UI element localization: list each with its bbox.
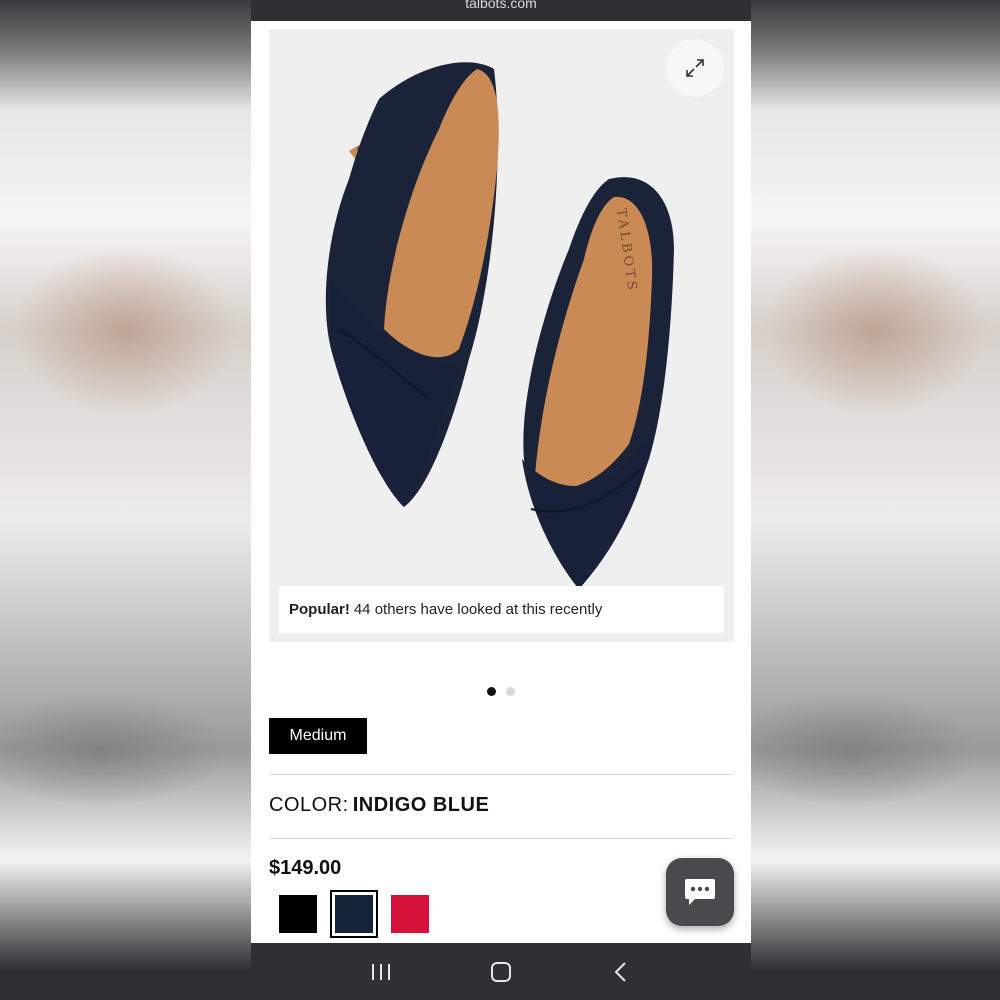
url-text: talbots.com (465, 0, 537, 11)
expand-icon (686, 59, 704, 77)
swatch-red[interactable] (391, 895, 429, 933)
nav-home-button[interactable] (481, 952, 521, 992)
divider-2 (269, 838, 734, 839)
color-selection-label: COLOR: INDIGO BLUE (269, 794, 489, 817)
product-price: $149.00 (269, 857, 342, 879)
color-value: INDIGO BLUE (352, 794, 490, 816)
android-navigation-bar (251, 943, 751, 1000)
gallery-dot-1[interactable] (487, 687, 496, 696)
color-label: COLOR: (269, 794, 349, 816)
chat-button[interactable] (666, 858, 734, 926)
background-blur-left (0, 0, 251, 1000)
popularity-banner: Popular! 44 others have looked at this r… (279, 586, 724, 633)
right-shoe (522, 177, 674, 589)
nav-recents-button[interactable] (361, 952, 401, 992)
home-icon (491, 961, 511, 982)
product-image-shoes: TALBOTS (325, 62, 674, 589)
swatch-black[interactable] (279, 895, 317, 933)
left-shoe (325, 62, 499, 507)
gallery-pagination-dots (487, 687, 515, 696)
color-swatches (279, 890, 429, 938)
expand-image-button[interactable] (666, 39, 724, 97)
nav-back-button[interactable] (601, 952, 641, 992)
popular-label: Popular! (289, 601, 350, 618)
background-blur-right (751, 0, 1000, 1000)
size-width-chip[interactable]: Medium (269, 718, 367, 754)
browser-url-bar[interactable]: talbots.com (251, 0, 751, 21)
back-icon (614, 961, 626, 982)
divider-1 (269, 774, 734, 775)
phone-screen: talbots.com TALBOTS Popular! 44 others h… (251, 0, 751, 1000)
size-chip-label: Medium (289, 727, 347, 744)
popular-text: 44 others have looked at this recently (353, 601, 603, 618)
chat-bubble-icon (685, 879, 715, 905)
swatch-indigo-blue[interactable] (330, 890, 378, 938)
gallery-dot-2[interactable] (506, 687, 515, 696)
recents-icon (372, 963, 390, 980)
product-image-gallery[interactable]: TALBOTS Popular! 44 others have looked a… (269, 29, 734, 642)
